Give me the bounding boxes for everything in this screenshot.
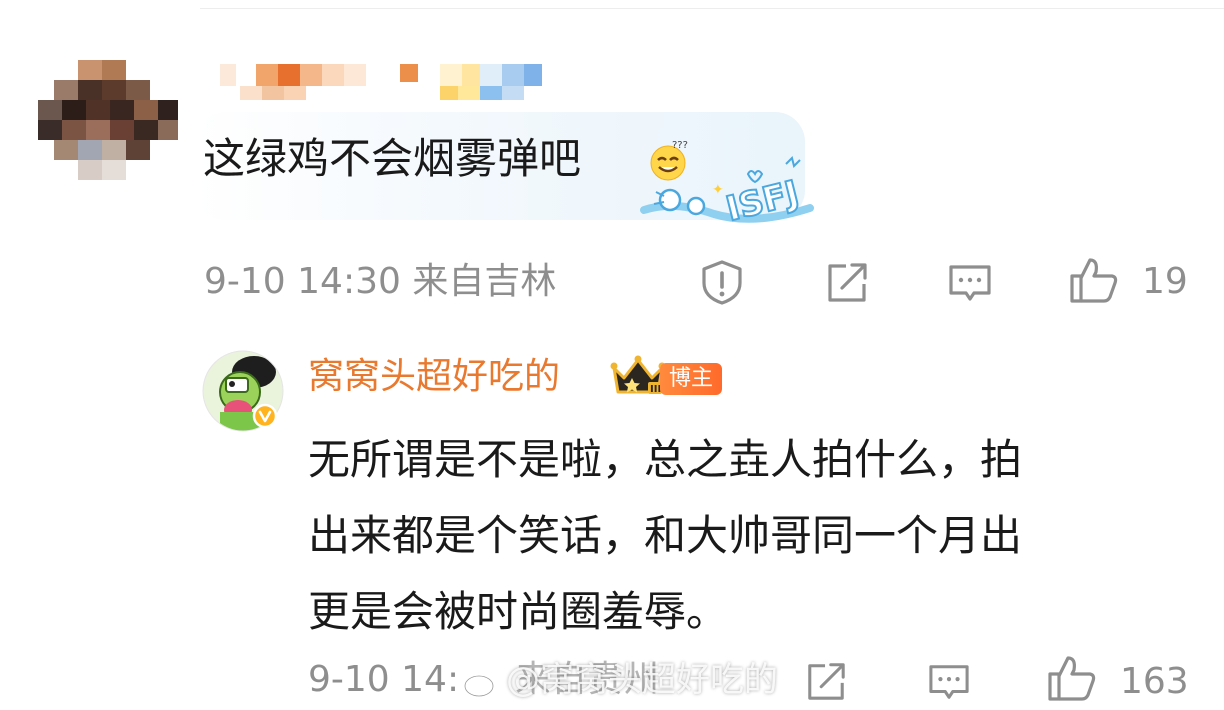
comment-text: 这绿鸡不会烟雾弹吧 bbox=[203, 134, 582, 183]
sticker-text: ISFJ bbox=[722, 173, 803, 229]
svg-text:✦: ✦ bbox=[712, 182, 724, 198]
reply-time: 9-10 14: bbox=[308, 659, 460, 700]
comment-icon[interactable] bbox=[946, 262, 994, 304]
like-count: 19 bbox=[1142, 261, 1188, 302]
isfj-sticker: ISFJ ✦ bbox=[640, 156, 814, 230]
reply-text-line: 无所谓是不是啦，总之垚人拍什么，拍 bbox=[308, 435, 1023, 484]
repost-icon[interactable] bbox=[824, 260, 870, 304]
top-divider bbox=[200, 8, 1224, 9]
pixelated-username[interactable] bbox=[220, 60, 542, 100]
reply-avatar[interactable] bbox=[202, 350, 284, 432]
author-badge: 博主 bbox=[660, 363, 722, 395]
comment-meta: 9-10 14:30 来自吉林 bbox=[204, 261, 557, 302]
repost-icon[interactable] bbox=[804, 660, 848, 702]
like-count: 163 bbox=[1120, 661, 1189, 702]
comment-icon[interactable] bbox=[926, 662, 972, 702]
reply-text-line: 更是会被时尚圈羞辱。 bbox=[308, 587, 729, 636]
watermark-text: @窝窝头超好吃的 bbox=[506, 660, 778, 700]
crown-icon: III bbox=[610, 355, 666, 395]
report-icon[interactable] bbox=[698, 259, 746, 305]
thumbs-up-icon[interactable] bbox=[1068, 256, 1120, 304]
thumbs-up-icon[interactable] bbox=[1046, 654, 1098, 702]
reply-text: 无所谓是不是啦，总之垚人拍什么，拍 出来都是个笑话，和大帅哥同一个月出 更是会被… bbox=[308, 422, 1188, 650]
reply-text-line: 出来都是个笑话，和大帅哥同一个月出 bbox=[308, 511, 1023, 560]
reply-username[interactable]: 窝窝头超好吃的 bbox=[308, 354, 560, 400]
pixelated-avatar[interactable] bbox=[38, 60, 182, 180]
svg-text:???: ??? bbox=[672, 140, 688, 151]
weibo-logo-icon bbox=[463, 668, 499, 698]
